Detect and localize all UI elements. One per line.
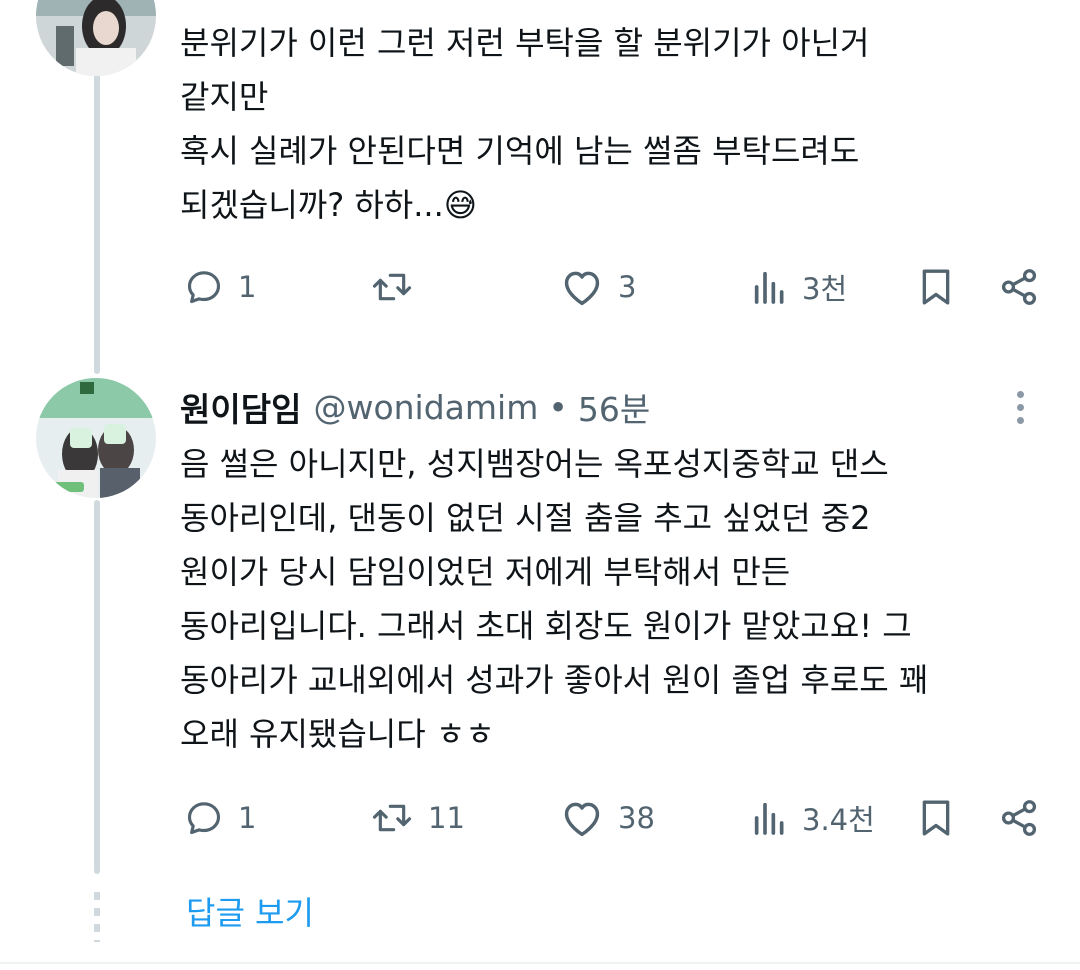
- user-handle[interactable]: @wonidamim: [313, 388, 538, 427]
- thread-more-dots: [94, 892, 100, 942]
- views-count: 3.4천: [802, 803, 875, 837]
- retweet-button[interactable]: [370, 257, 428, 317]
- tweet1-line: 같지만: [180, 78, 269, 116]
- views-button[interactable]: 3천: [752, 257, 847, 317]
- tweet1-line: 분위기가 이런 그런 저런 부탁을 할 분위기가 아닌거: [180, 24, 870, 62]
- thread-line-top: [94, 74, 100, 374]
- reply-button[interactable]: 1: [184, 788, 256, 848]
- more-icon-dot: [1016, 416, 1024, 424]
- divider: [0, 962, 1080, 964]
- tweet2-line: 음 썰은 아니지만, 성지뱀장어는 옥포성지중학교 댄스: [180, 445, 889, 483]
- timestamp[interactable]: 56분: [578, 383, 650, 431]
- like-count: 38: [618, 801, 655, 835]
- avatar-tweet2[interactable]: [36, 378, 156, 498]
- tweet1-line: 되겠습니까? 하하...😅: [180, 186, 478, 224]
- tweet1-text: 분위기가 이런 그런 저런 부탁을 할 분위기가 아닌거 같지만 혹시 실례가 …: [180, 16, 869, 232]
- tweet1-line: 혹시 실례가 안된다면 기억에 남는 썰좀 부탁드려도: [180, 132, 860, 170]
- retweet-icon: [370, 267, 414, 307]
- like-button[interactable]: 38: [560, 788, 655, 848]
- show-replies-link[interactable]: 답글 보기: [186, 888, 314, 934]
- views-count: 3천: [802, 272, 848, 306]
- tweet1-action-bar: 1 3 3천: [180, 257, 1050, 317]
- views-icon: [752, 798, 788, 838]
- tweet2-line: 동아리인데, 댄동이 없던 시절 춤을 추고 싶었던 중2: [180, 499, 871, 537]
- reply-icon: [184, 798, 224, 838]
- views-icon: [752, 267, 788, 307]
- bookmark-icon: [918, 267, 954, 307]
- display-name[interactable]: 원이담임: [180, 383, 301, 431]
- separator-dot: •: [548, 387, 568, 427]
- tweet2-line: 오래 유지됐습니다 ㅎㅎ: [180, 715, 495, 753]
- bookmark-button[interactable]: [918, 788, 954, 848]
- share-button[interactable]: [998, 257, 1040, 317]
- share-icon: [998, 797, 1040, 839]
- tweet2-line: 원이가 당시 담임이었던 저에게 부탁해서 만든: [180, 553, 791, 591]
- retweet-button[interactable]: 11: [370, 788, 465, 848]
- views-button[interactable]: 3.4천: [752, 788, 875, 848]
- more-icon-dot: [1016, 403, 1024, 411]
- reply-icon: [184, 267, 224, 307]
- share-button[interactable]: [998, 788, 1040, 848]
- like-button[interactable]: 3: [560, 257, 636, 317]
- reply-button[interactable]: 1: [184, 257, 256, 317]
- bookmark-button[interactable]: [918, 257, 954, 317]
- share-icon: [998, 266, 1040, 308]
- heart-icon: [560, 798, 604, 838]
- avatar-tweet1[interactable]: [36, 0, 156, 76]
- thread-line-bottom: [94, 500, 100, 874]
- retweet-count: 11: [428, 801, 465, 835]
- tweet2-text: 음 썰은 아니지만, 성지뱀장어는 옥포성지중학교 댄스 동아리인데, 댄동이 …: [180, 437, 928, 761]
- tweet2-action-bar: 1 11 38 3.4천: [180, 788, 1050, 848]
- reply-count: 1: [238, 801, 257, 835]
- more-icon: [1016, 390, 1024, 398]
- tweet2-header: 원이담임 @wonidamim • 56분: [180, 380, 650, 434]
- tweet2-line: 동아리입니다. 그래서 초대 회장도 원이가 맡았고요! 그: [180, 607, 912, 645]
- heart-icon: [560, 267, 604, 307]
- bookmark-icon: [918, 798, 954, 838]
- more-options-button[interactable]: [1002, 384, 1038, 430]
- tweet2-line: 동아리가 교내외에서 성과가 좋아서 원이 졸업 후로도 꽤: [180, 661, 929, 699]
- retweet-icon: [370, 798, 414, 838]
- reply-count: 1: [238, 270, 257, 304]
- like-count: 3: [618, 270, 637, 304]
